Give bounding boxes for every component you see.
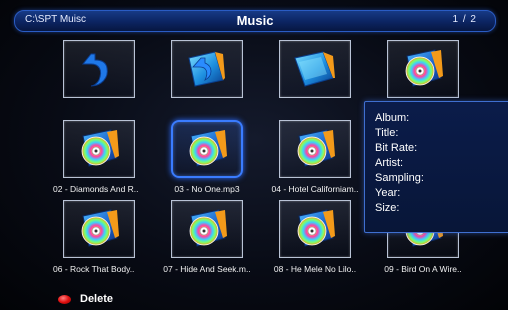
size-label: Size:	[375, 202, 400, 214]
title-label: Title:	[375, 127, 399, 139]
return-folder-icon	[188, 51, 225, 87]
music-file-tile[interactable]: 02 - Diamonds And R..	[53, 120, 139, 194]
delete-label: Delete	[80, 293, 114, 305]
page-indicator: 1 / 2	[452, 14, 477, 25]
music-file-icon	[185, 128, 229, 170]
file-name: 04 - Hotel Californiam..	[271, 184, 359, 194]
music-file-icon	[293, 128, 337, 170]
music-file-tile-selected[interactable]: 03 - No One.mp3	[171, 120, 243, 194]
music-browser-screen: C:\SPT Muisc Music 1 / 2 02 - Diamonds A…	[0, 0, 508, 310]
music-file-tile[interactable]: 08 - He Mele No Lilo..	[274, 200, 356, 274]
bit-rate-label: Bit Rate:	[375, 142, 418, 154]
music-file-icon	[77, 128, 121, 170]
file-name: 02 - Diamonds And R..	[53, 184, 139, 194]
music-file-tile[interactable]	[387, 40, 459, 98]
back-arrow-icon	[81, 53, 108, 87]
folder-tile[interactable]	[279, 40, 351, 98]
music-file-icon	[185, 208, 229, 250]
file-name: 09 - Bird On A Wire..	[384, 264, 462, 274]
header-bar: C:\SPT Muisc Music 1 / 2	[14, 10, 496, 32]
folder-icon	[294, 51, 335, 87]
artist-label: Artist:	[375, 157, 404, 169]
page-title: Music	[236, 13, 274, 28]
return-folder-tile[interactable]	[171, 40, 243, 98]
file-info-panel: Album: Title: Bit Rate: Artist: Sampling…	[364, 101, 508, 233]
file-name: 06 - Rock That Body..	[53, 264, 135, 274]
back-tile[interactable]	[63, 40, 135, 98]
year-label: Year:	[375, 187, 401, 199]
music-file-icon	[293, 208, 337, 250]
music-file-icon	[77, 208, 121, 250]
red-button-icon	[58, 295, 71, 304]
album-label: Album:	[375, 112, 410, 124]
music-file-tile[interactable]: 06 - Rock That Body..	[53, 200, 135, 274]
music-file-tile[interactable]: 04 - Hotel Californiam..	[272, 120, 358, 194]
music-file-icon	[401, 48, 445, 90]
file-name: 03 - No One.mp3	[174, 184, 240, 194]
sampling-label: Sampling:	[375, 172, 424, 184]
music-file-tile[interactable]: 07 - Hide And Seek.m..	[163, 200, 251, 274]
file-name: 07 - Hide And Seek.m..	[163, 264, 251, 274]
file-name: 08 - He Mele No Lilo..	[273, 264, 357, 274]
